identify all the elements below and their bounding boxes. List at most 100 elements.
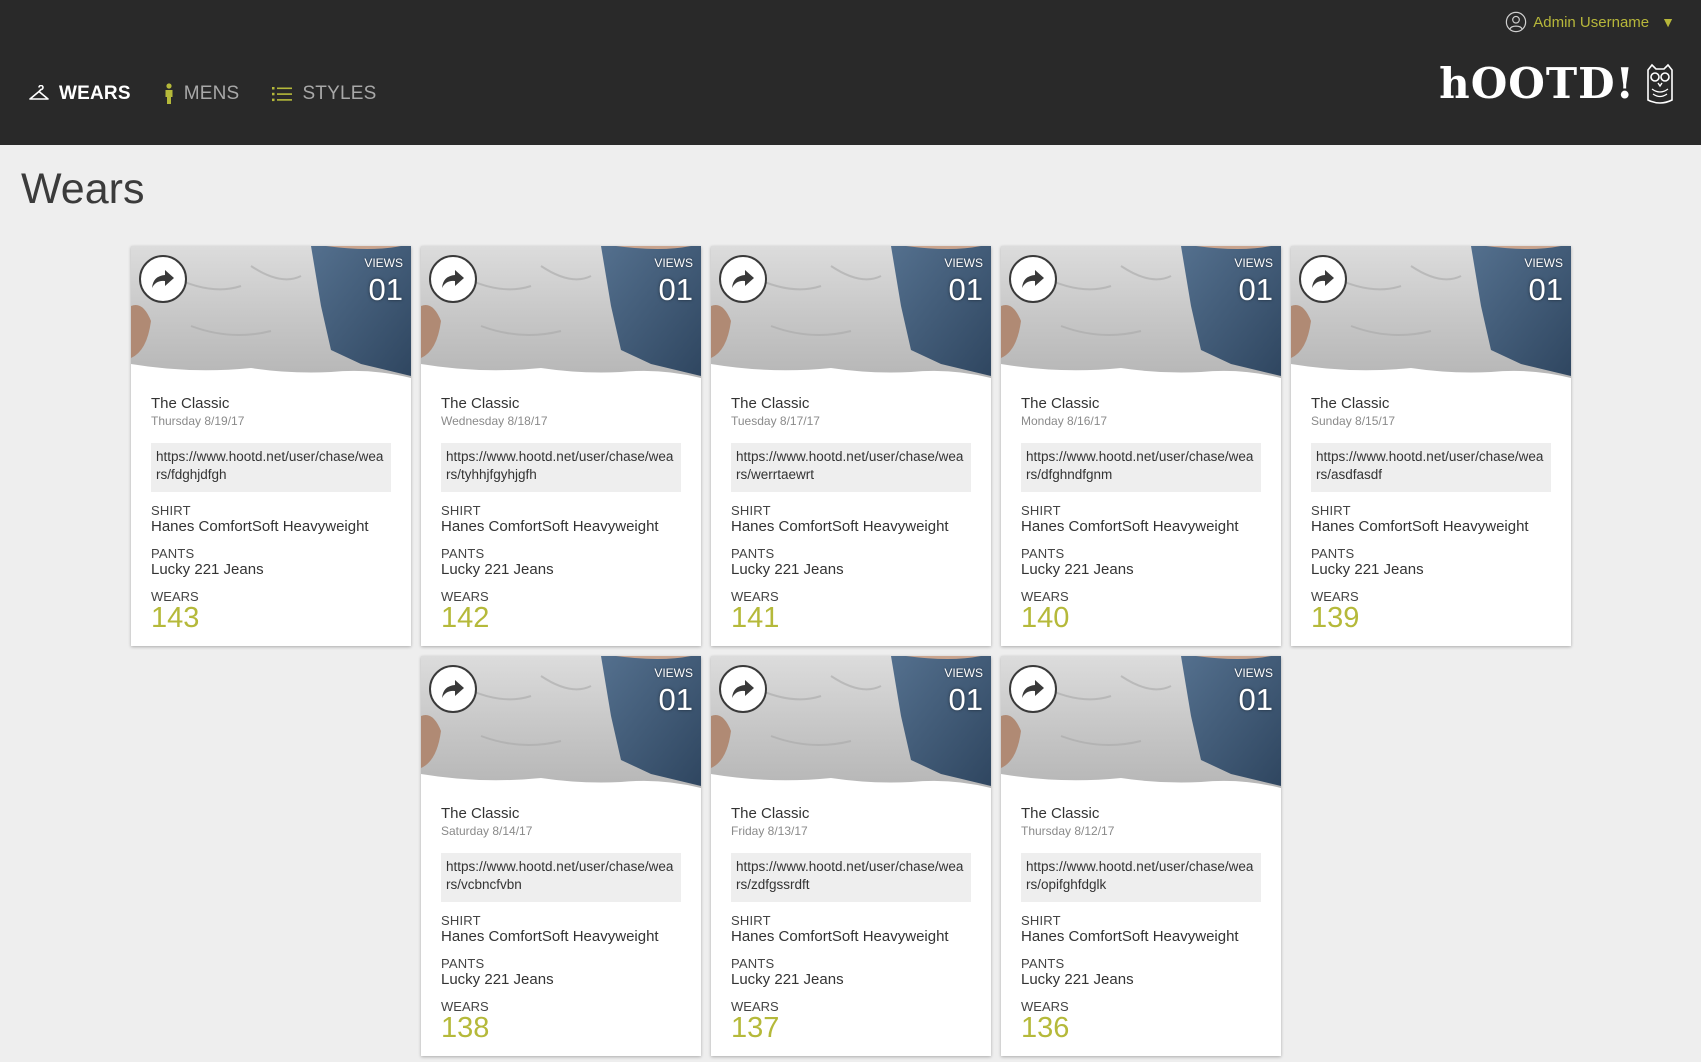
shirt-value: Hanes ComfortSoft Heavyweight xyxy=(441,928,659,945)
shirt-label: SHIRT xyxy=(441,503,481,518)
share-url-field[interactable]: https://www.hootd.net/user/chase/wears/t… xyxy=(441,443,681,492)
shirt-label: SHIRT xyxy=(731,913,771,928)
outfit-date: Saturday 8/14/17 xyxy=(441,824,533,838)
views-count: 01 xyxy=(1528,272,1563,307)
outfit-photo[interactable]: VIEWS 01 xyxy=(1001,246,1281,386)
pants-value: Lucky 221 Jeans xyxy=(441,561,554,578)
share-button[interactable] xyxy=(1009,255,1057,303)
pants-label: PANTS xyxy=(151,546,195,561)
share-button[interactable] xyxy=(139,255,187,303)
pants-label: PANTS xyxy=(731,546,775,561)
share-button[interactable] xyxy=(429,665,477,713)
views-count: 01 xyxy=(948,682,983,717)
outfit-date: Thursday 8/12/17 xyxy=(1021,824,1115,838)
shirt-label: SHIRT xyxy=(441,913,481,928)
outfit-photo[interactable]: VIEWS 01 xyxy=(711,656,991,796)
outfit-name: The Classic xyxy=(731,805,810,822)
wear-card[interactable]: VIEWS 01 The Classic Thursday 8/19/17 ht… xyxy=(131,246,411,646)
wear-card[interactable]: VIEWS 01 The Classic Wednesday 8/18/17 h… xyxy=(421,246,701,646)
share-arrow-icon xyxy=(732,270,754,288)
share-arrow-icon xyxy=(1312,270,1334,288)
pants-label: PANTS xyxy=(1021,956,1065,971)
nav-styles[interactable]: STYLES xyxy=(271,83,376,105)
share-arrow-icon xyxy=(442,680,464,698)
pants-value: Lucky 221 Jeans xyxy=(441,971,554,988)
outfit-name: The Classic xyxy=(731,395,810,412)
outfit-photo[interactable]: VIEWS 01 xyxy=(421,656,701,796)
shirt-value: Hanes ComfortSoft Heavyweight xyxy=(731,928,949,945)
wear-card[interactable]: VIEWS 01 The Classic Saturday 8/14/17 ht… xyxy=(421,656,701,1056)
share-url-field[interactable]: https://www.hootd.net/user/chase/wears/f… xyxy=(151,443,391,492)
card-body: The Classic Sunday 8/15/17 https://www.h… xyxy=(1311,395,1551,634)
wear-card[interactable]: VIEWS 01 The Classic Sunday 8/15/17 http… xyxy=(1291,246,1571,646)
wear-card[interactable]: VIEWS 01 The Classic Thursday 8/12/17 ht… xyxy=(1001,656,1281,1056)
shirt-value: Hanes ComfortSoft Heavyweight xyxy=(1021,928,1239,945)
outfit-date: Sunday 8/15/17 xyxy=(1311,414,1396,428)
views-label: VIEWS xyxy=(944,666,983,680)
share-button[interactable] xyxy=(1299,255,1347,303)
views-label: VIEWS xyxy=(1234,256,1273,270)
share-button[interactable] xyxy=(719,665,767,713)
pants-label: PANTS xyxy=(441,956,485,971)
nav-styles-label: STYLES xyxy=(302,83,377,104)
pants-value: Lucky 221 Jeans xyxy=(1311,561,1424,578)
views-count: 01 xyxy=(658,272,693,307)
hanger-icon xyxy=(29,85,49,100)
views-label: VIEWS xyxy=(654,666,693,680)
card-body: The Classic Saturday 8/14/17 https://www… xyxy=(441,805,681,1043)
share-button[interactable] xyxy=(719,255,767,303)
share-arrow-icon xyxy=(732,680,754,698)
views-count: 01 xyxy=(658,682,693,717)
shirt-label: SHIRT xyxy=(731,503,771,518)
views-label: VIEWS xyxy=(364,256,403,270)
wear-card[interactable]: VIEWS 01 The Classic Friday 8/13/17 http… xyxy=(711,656,991,1056)
wear-card[interactable]: VIEWS 01 The Classic Tuesday 8/17/17 htt… xyxy=(711,246,991,646)
user-menu[interactable]: Admin Username ▼ xyxy=(1505,10,1675,34)
views-label: VIEWS xyxy=(1234,666,1273,680)
share-button[interactable] xyxy=(429,255,477,303)
shirt-label: SHIRT xyxy=(151,503,191,518)
shirt-label: SHIRT xyxy=(1021,503,1061,518)
share-button[interactable] xyxy=(1009,665,1057,713)
outfit-photo[interactable]: VIEWS 01 xyxy=(1291,246,1571,386)
person-icon xyxy=(165,83,173,104)
share-url-field[interactable]: https://www.hootd.net/user/chase/wears/o… xyxy=(1021,853,1261,902)
outfit-photo[interactable]: VIEWS 01 xyxy=(421,246,701,386)
outfit-photo[interactable]: VIEWS 01 xyxy=(131,246,411,386)
outfit-name: The Classic xyxy=(1021,395,1100,412)
pants-label: PANTS xyxy=(731,956,775,971)
outfit-photo[interactable]: VIEWS 01 xyxy=(1001,656,1281,796)
user-name: Admin Username xyxy=(1533,13,1650,31)
wear-card[interactable]: VIEWS 01 The Classic Monday 8/16/17 http… xyxy=(1001,246,1281,646)
wears-count: 139 xyxy=(1311,602,1360,634)
share-url-field[interactable]: https://www.hootd.net/user/chase/wears/d… xyxy=(1021,443,1261,492)
nav-mens[interactable]: MENS xyxy=(163,83,240,105)
card-body: The Classic Tuesday 8/17/17 https://www.… xyxy=(731,395,971,633)
share-arrow-icon xyxy=(1022,680,1044,698)
pants-value: Lucky 221 Jeans xyxy=(151,561,264,578)
logo[interactable]: hOOTD! xyxy=(1439,62,1675,106)
user-icon xyxy=(1506,11,1527,33)
top-navbar: Admin Username ▼ WEARS MENS STYLES hOOTD… xyxy=(0,0,1701,145)
card-body: The Classic Wednesday 8/18/17 https://ww… xyxy=(441,395,681,633)
outfit-name: The Classic xyxy=(441,395,520,412)
pants-label: PANTS xyxy=(1021,546,1065,561)
pants-value: Lucky 221 Jeans xyxy=(731,561,844,578)
shirt-value: Hanes ComfortSoft Heavyweight xyxy=(1021,518,1239,535)
nav-wears-label: WEARS xyxy=(59,83,131,104)
shirt-value: Hanes ComfortSoft Heavyweight xyxy=(1311,518,1529,535)
shirt-value: Hanes ComfortSoft Heavyweight xyxy=(441,518,659,535)
share-url-field[interactable]: https://www.hootd.net/user/chase/wears/v… xyxy=(441,853,681,902)
share-url-field[interactable]: https://www.hootd.net/user/chase/wears/z… xyxy=(731,853,971,902)
nav-wears[interactable]: WEARS xyxy=(28,83,131,105)
share-url-field[interactable]: https://www.hootd.net/user/chase/wears/w… xyxy=(731,443,971,492)
outfit-photo[interactable]: VIEWS 01 xyxy=(711,246,991,386)
shirt-label: SHIRT xyxy=(1021,913,1061,928)
views-count: 01 xyxy=(368,272,403,307)
share-url-field[interactable]: https://www.hootd.net/user/chase/wears/a… xyxy=(1311,443,1551,492)
main-nav: WEARS MENS STYLES xyxy=(28,78,377,110)
wears-count: 140 xyxy=(1021,602,1070,634)
pants-value: Lucky 221 Jeans xyxy=(1021,971,1134,988)
outfit-date: Thursday 8/19/17 xyxy=(151,414,245,428)
logo-text: hOOTD! xyxy=(1439,59,1635,108)
